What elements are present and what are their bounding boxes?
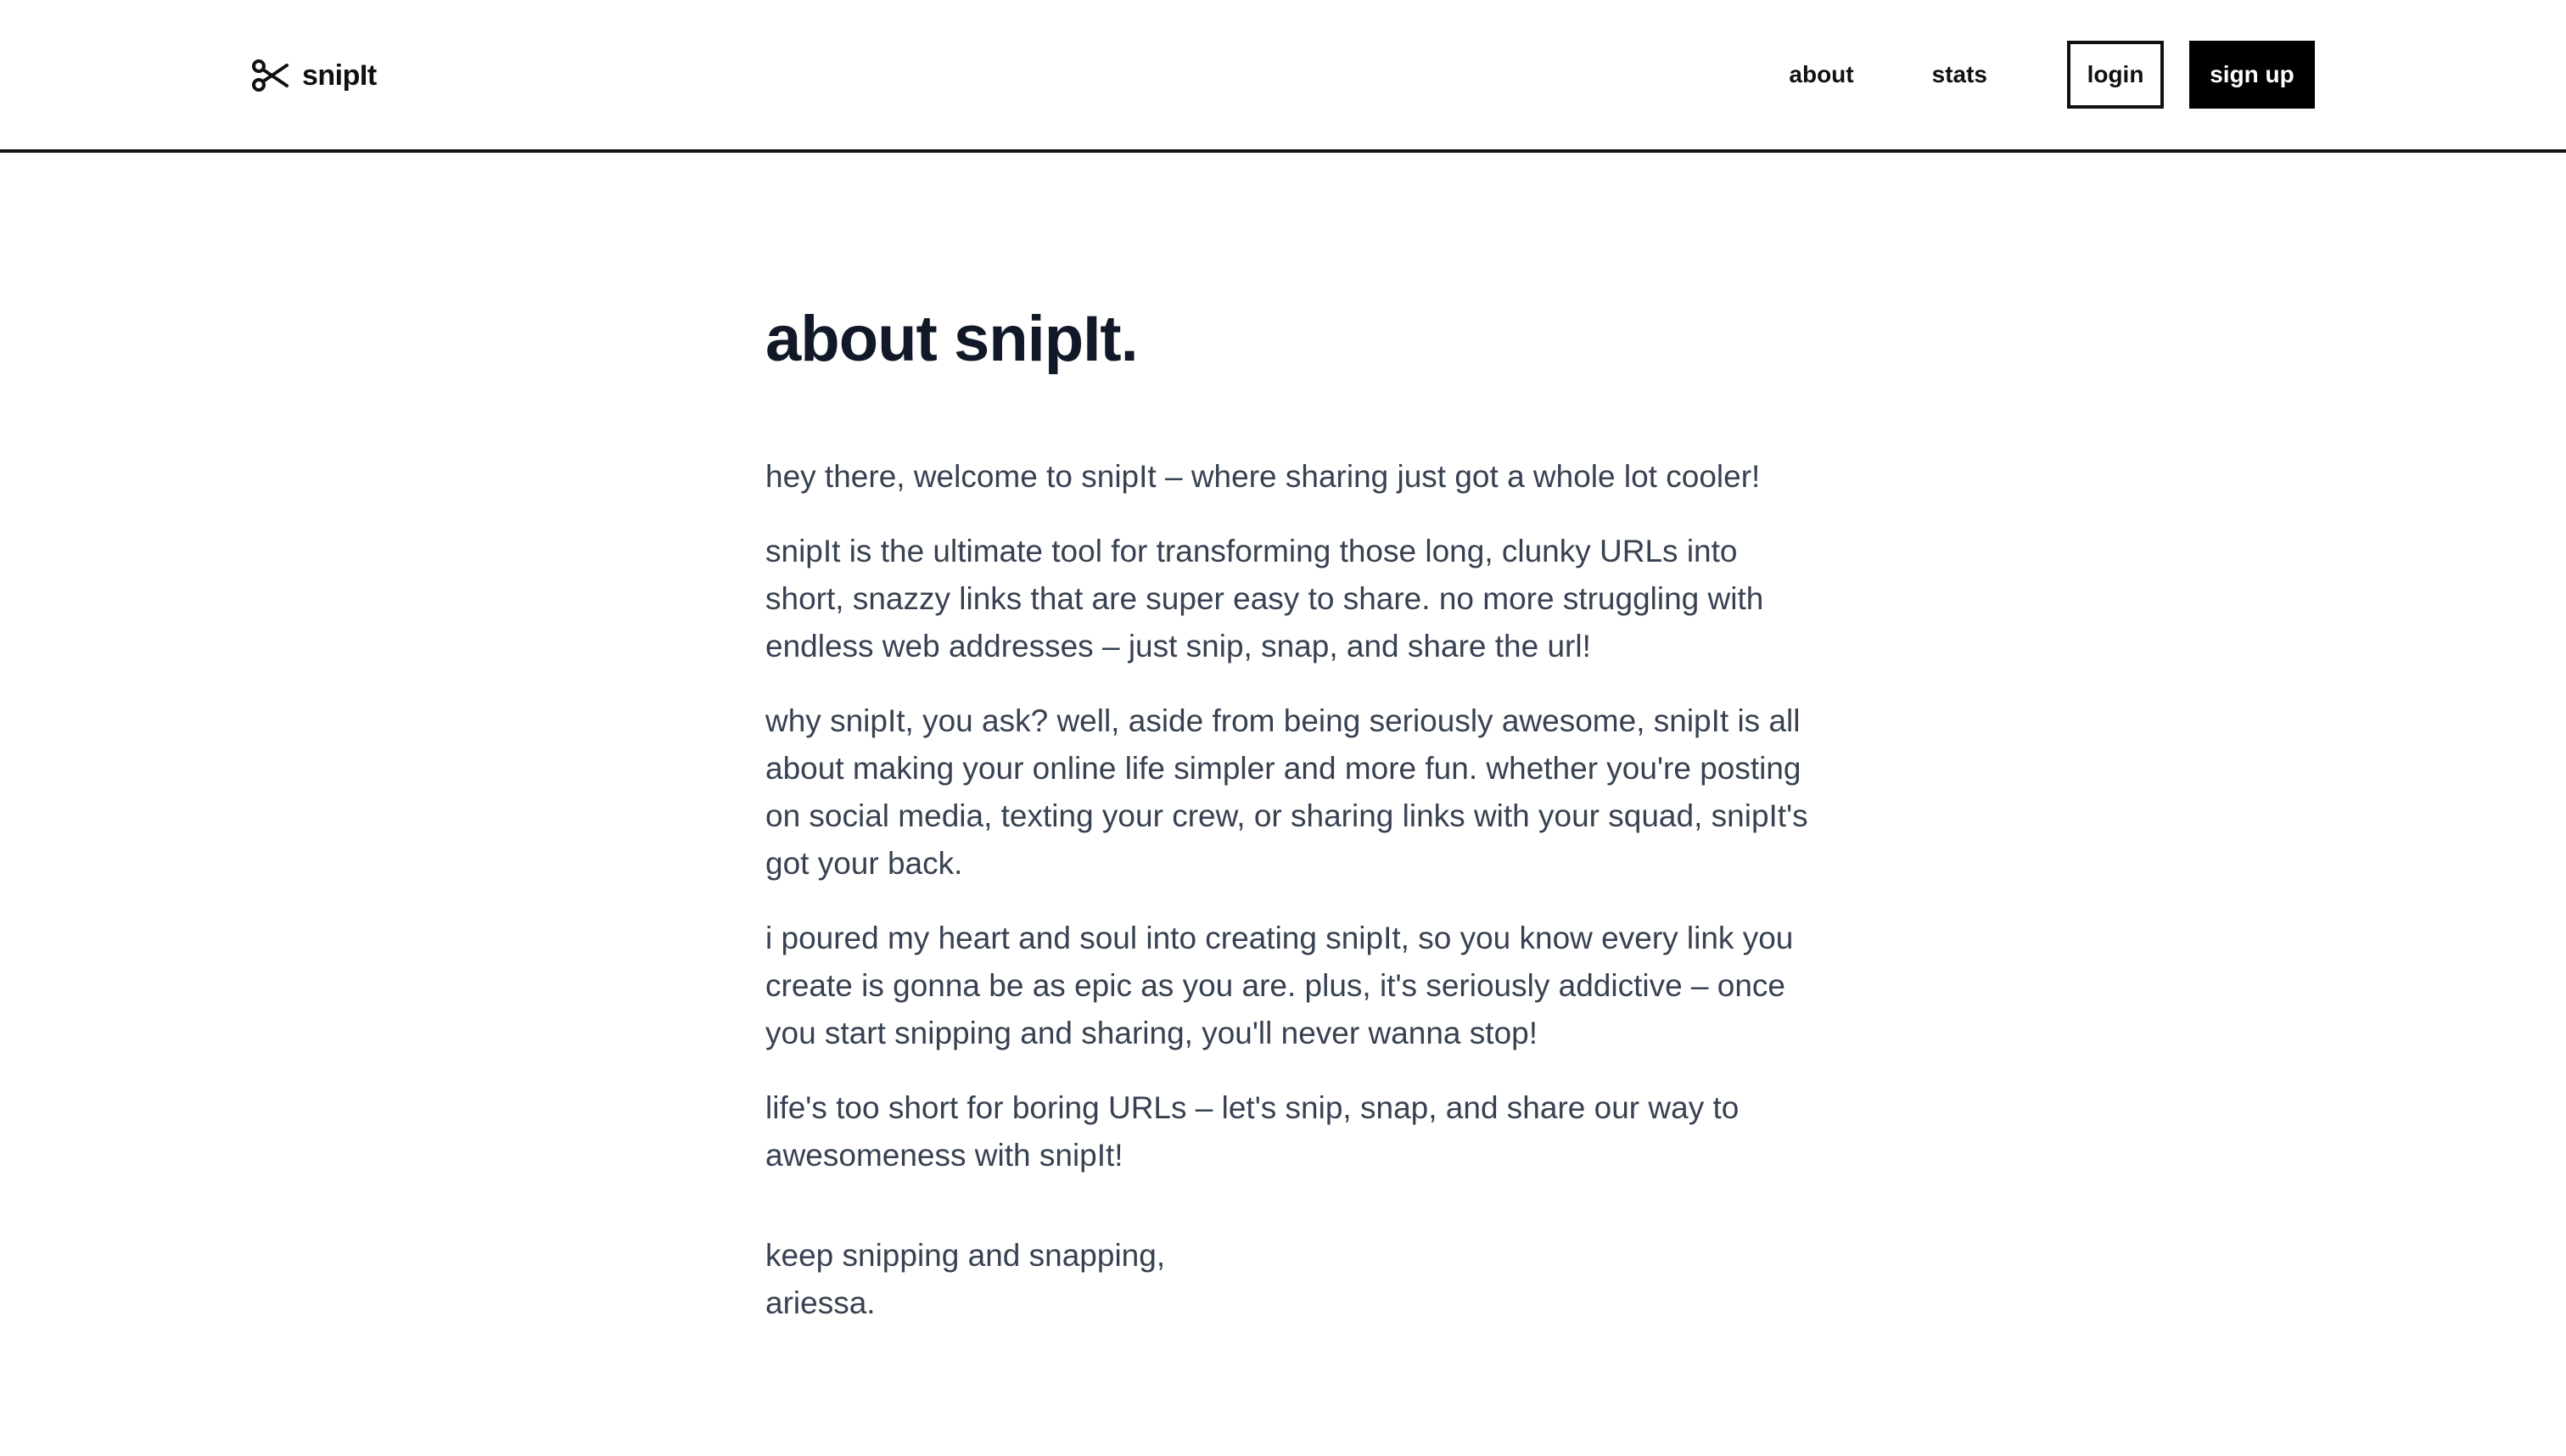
login-button[interactable]: login (2067, 41, 2164, 109)
main-nav: about stats login sign up (1750, 41, 2315, 109)
paragraph-why: why snipIt, you ask? well, aside from be… (765, 703, 1808, 881)
signoff-author: ariessa. (765, 1285, 876, 1320)
nav-link-stats[interactable]: stats (1893, 61, 2026, 88)
paragraph-tool: snipIt is the ultimate tool for transfor… (765, 534, 1764, 664)
nav-link-about[interactable]: about (1750, 61, 1892, 88)
site-header: snipIt about stats login sign up (0, 0, 2566, 153)
paragraph-heart: i poured my heart and soul into creating… (765, 921, 1794, 1050)
brand-logo-link[interactable]: snipIt (251, 54, 377, 97)
signoff-line: keep snipping and snapping, (765, 1238, 1166, 1273)
scissors-icon (251, 59, 290, 92)
signup-button[interactable]: sign up (2189, 41, 2315, 109)
brand-name: snipIt (302, 59, 377, 92)
paragraph-closing: life's too short for boring URLs – let's… (765, 1090, 1740, 1173)
signoff: keep snipping and snapping, ariessa. (765, 1232, 1818, 1327)
about-content: about snipIt. hey there, welcome to snip… (765, 297, 1818, 1327)
paragraph-welcome: hey there, welcome to snipIt – where sha… (765, 459, 1761, 494)
page-title: about snipIt. (765, 303, 1139, 375)
